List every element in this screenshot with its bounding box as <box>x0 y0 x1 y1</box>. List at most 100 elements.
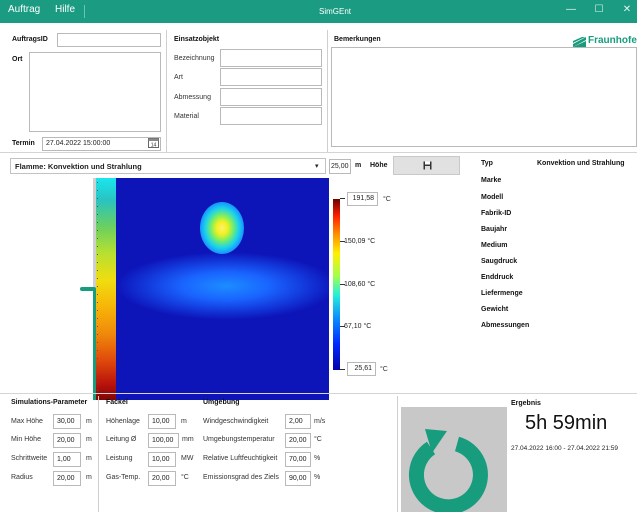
refresh-icon <box>408 429 488 512</box>
divider <box>0 152 637 153</box>
environment-label: Emissionsgrad des Ziels <box>203 474 279 481</box>
emissivity-input[interactable]: 90,00 <box>285 471 311 486</box>
flame-select-value: Flamme: Konvektion und Strahlung <box>15 162 142 171</box>
scale-label: 108,60 °C <box>344 281 376 288</box>
info-label: Gewicht <box>481 306 509 313</box>
calendar-icon[interactable]: 14 <box>148 137 159 149</box>
info-label: Baujahr <box>481 226 508 233</box>
ambient-temp-input[interactable]: 20,00 <box>285 433 311 448</box>
max-temp-input[interactable]: 191,58 <box>347 192 378 206</box>
humidity-input[interactable]: 70,00 <box>285 452 311 467</box>
torch-label: Höhenlage <box>106 418 140 425</box>
slider-ticks <box>97 182 98 392</box>
sim-param-label: Schrittweite <box>11 455 48 462</box>
flame-gradient-strip <box>96 178 116 400</box>
temperature-colorbar <box>333 199 340 370</box>
info-label: Saugdruck <box>481 258 518 265</box>
fraunhofer-logo-icon <box>573 37 586 47</box>
environment-unit: % <box>314 455 321 462</box>
sim-params-title: Simulations-Parameter <box>11 399 88 406</box>
environment-unit: % <box>314 474 321 481</box>
sim-param-unit: m <box>86 474 92 481</box>
environment-unit: m/s <box>314 418 326 425</box>
object-abmessung-input[interactable] <box>220 88 322 106</box>
elevation-input[interactable]: 10,00 <box>148 414 176 429</box>
info-label: Modell <box>481 194 504 201</box>
torch-unit: MW <box>181 455 194 462</box>
heatmap-hotspot <box>200 202 244 254</box>
object-title: Einsatzobjekt <box>174 36 220 43</box>
environment-unit: °C <box>314 436 322 443</box>
maximize-icon[interactable]: ☐ <box>590 4 608 15</box>
info-label: Fabrik-ID <box>481 210 512 217</box>
max-height-input[interactable]: 30,00 <box>53 414 81 429</box>
sim-param-label: Radius <box>11 474 33 481</box>
scale-label: 150,09 °C <box>344 238 376 245</box>
torch-label: Gas-Temp. <box>106 474 141 481</box>
order-id-input[interactable] <box>57 33 161 47</box>
divider <box>397 396 398 512</box>
height-unit: m <box>355 162 362 169</box>
object-field-label: Art <box>174 74 183 81</box>
min-height-input[interactable]: 20,00 <box>53 433 81 448</box>
sim-param-unit: m <box>86 455 92 462</box>
height-input[interactable]: 25,00 <box>329 159 351 174</box>
menu-auftrag[interactable]: Auftrag <box>8 4 40 15</box>
menu-hilfe[interactable]: Hilfe <box>55 4 75 15</box>
max-temp-unit: °C <box>383 196 391 203</box>
info-label: Medium <box>481 242 508 249</box>
window-title: SimGEnt <box>318 7 351 16</box>
torch-label: Leistung <box>106 455 133 462</box>
object-art-input[interactable] <box>220 68 322 86</box>
place-textarea[interactable] <box>29 52 161 132</box>
radius-input[interactable]: 20,00 <box>53 471 81 486</box>
minimize-icon[interactable]: — <box>562 4 580 15</box>
torch-title: Fackel <box>106 399 128 406</box>
height-label: Höhe <box>370 162 388 169</box>
pipe-diameter-input[interactable]: 100,00 <box>148 433 179 448</box>
torch-unit: mm <box>182 436 194 443</box>
sim-param-unit: m <box>86 436 92 443</box>
info-value: Konvektion und Strahlung <box>537 160 625 167</box>
save-button[interactable] <box>393 156 460 175</box>
height-slider-thumb[interactable] <box>80 287 96 291</box>
info-label: Enddruck <box>481 274 514 281</box>
object-material-input[interactable] <box>220 107 322 125</box>
object-bezeichnung-input[interactable] <box>220 49 322 67</box>
menu-separator <box>84 5 85 18</box>
date-picker[interactable]: 27.04.2022 15:00:00 <box>42 137 161 151</box>
place-label: Ort <box>12 56 23 63</box>
svg-text:14: 14 <box>151 143 157 149</box>
save-icon <box>423 161 432 170</box>
environment-label: Windgeschwindigkeit <box>203 418 269 425</box>
sim-param-unit: m <box>86 418 92 425</box>
info-label: Typ <box>481 160 493 167</box>
remarks-title: Bemerkungen <box>334 36 381 43</box>
divider <box>98 396 99 512</box>
result-duration: 5h 59min <box>525 412 608 434</box>
environment-label: Umgebungstemperatur <box>203 436 275 443</box>
remarks-textarea[interactable] <box>331 47 637 147</box>
object-field-label: Material <box>174 113 199 120</box>
step-width-input[interactable]: 1,00 <box>53 452 81 467</box>
wind-speed-input[interactable]: 2,00 <box>285 414 311 429</box>
run-simulation-button[interactable] <box>401 407 507 512</box>
scale-tick <box>340 198 345 199</box>
fraunhofer-logo-text: Fraunhofer <box>588 36 637 46</box>
flame-select[interactable]: Flamme: Konvektion und Strahlung ▾ <box>10 158 326 174</box>
object-field-label: Abmessung <box>174 94 211 101</box>
min-temp-input[interactable]: 25,61 <box>347 362 376 376</box>
min-temp-unit: °C <box>380 366 388 373</box>
power-input[interactable]: 10,00 <box>148 452 176 467</box>
torch-unit: m <box>181 418 187 425</box>
torch-unit: °C <box>181 474 189 481</box>
fraunhofer-logo: Fraunhofer <box>573 36 637 48</box>
scale-label: 67,10 °C <box>344 323 372 330</box>
divider <box>166 30 167 152</box>
environment-label: Relative Luftfeuchtigkeit <box>203 455 278 462</box>
gas-temp-input[interactable]: 20,00 <box>148 471 176 486</box>
sim-param-label: Max Höhe <box>11 418 43 425</box>
order-id-label: AuftragsID <box>12 36 48 43</box>
close-icon[interactable]: ✕ <box>618 4 636 15</box>
scale-tick <box>340 369 345 370</box>
